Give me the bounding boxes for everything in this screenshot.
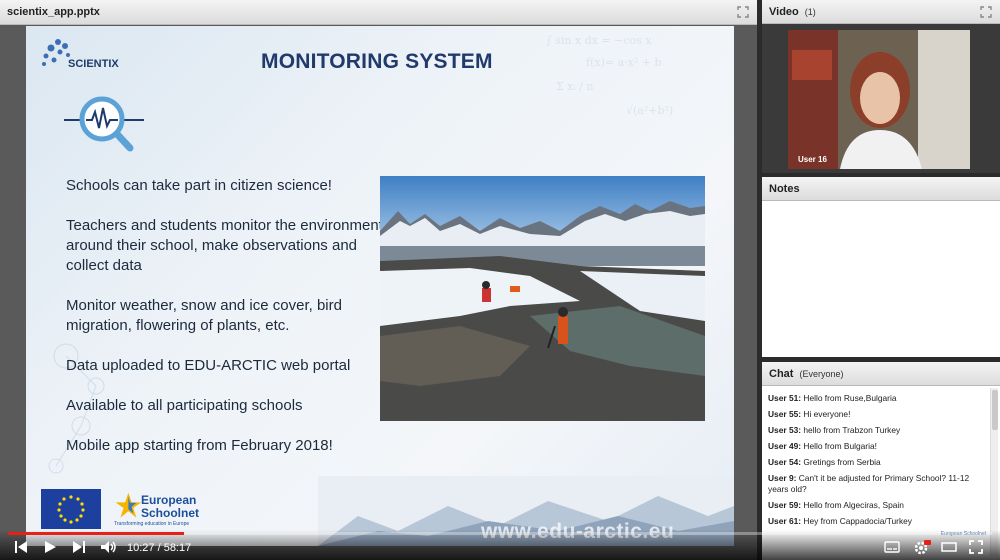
presentation-pod: scientix_app.pptx ∫ sin x dx = −cos x f(…: [0, 0, 757, 560]
chat-user: User 61:: [768, 516, 802, 526]
chat-text: Hi everyone!: [803, 409, 851, 419]
arctic-field-photo: [380, 176, 705, 421]
bullet-item: Teachers and students monitor the enviro…: [66, 217, 383, 274]
chat-user: User 55:: [768, 409, 802, 419]
settings-icon[interactable]: [913, 540, 931, 556]
fullscreen-icon[interactable]: [737, 6, 749, 18]
chat-user: User 51:: [768, 393, 802, 403]
chat-message: User 51: Hello from Ruse,Bulgaria: [768, 393, 994, 404]
chat-message: User 49: Hello from Bulgaria!: [768, 441, 994, 452]
notes-pod: Notes: [762, 177, 1000, 357]
svg-text:∫ sin x dx = −cos x: ∫ sin x dx = −cos x: [546, 34, 652, 47]
video-header: Video (1): [762, 0, 1000, 24]
theater-mode-icon[interactable]: [941, 540, 957, 554]
bullet-item: Monitor weather, snow and ice cover, bir…: [66, 297, 342, 334]
previous-icon[interactable]: [14, 540, 28, 554]
chat-message: User 54: Gretings from Serbia: [768, 457, 994, 468]
chat-message: User 9: Can't it be adjusted for Primary…: [768, 473, 994, 495]
chat-user: User 54:: [768, 457, 802, 467]
slide: ∫ sin x dx = −cos x f(x)= a·x² + b Σ xᵢ …: [26, 26, 734, 546]
svg-text:Σ xᵢ / n: Σ xᵢ / n: [556, 80, 593, 93]
speaker-image: [788, 30, 970, 169]
chat-message: User 55: Hi everyone!: [768, 409, 994, 420]
fullscreen-icon[interactable]: [969, 540, 983, 554]
bullet-list: Schools can take part in citizen science…: [66, 176, 386, 476]
scientix-logo-text: SCIENTIX: [68, 58, 119, 70]
svg-text:f(x)= a·x² + b: f(x)= a·x² + b: [586, 56, 662, 69]
notes-body[interactable]: [762, 201, 1000, 357]
player-controls: 10:27 / 58:17: [0, 530, 1000, 560]
chat-message: User 61: Hey from Cappadocia/Turkey: [768, 516, 994, 527]
file-name: scientix_app.pptx: [7, 6, 100, 18]
chat-user: User 59:: [768, 500, 802, 510]
subtitles-icon[interactable]: [884, 540, 900, 554]
chat-text: hello from Trabzon Turkey: [803, 425, 901, 435]
svg-text:√(a²+b²): √(a²+b²): [626, 104, 673, 117]
chat-text: Hello from Algeciras, Spain: [803, 500, 904, 510]
chat-scope[interactable]: (Everyone): [799, 369, 843, 379]
progress-played: [8, 532, 185, 535]
chat-user: User 9:: [768, 473, 797, 483]
magnifier-pulse-icon: [64, 96, 144, 152]
video-pod: Video (1) User 16: [762, 0, 1000, 173]
chat-scroll-thumb[interactable]: [992, 390, 998, 430]
notes-header: Notes: [762, 177, 1000, 201]
volume-icon[interactable]: [100, 540, 118, 554]
fullscreen-icon[interactable]: [980, 6, 992, 18]
chat-header: Chat (Everyone): [762, 362, 1000, 386]
chat-text: Gretings from Serbia: [803, 457, 881, 467]
scientix-logo: [42, 39, 70, 66]
chat-message: User 53: hello from Trabzon Turkey: [768, 425, 994, 436]
bullet-item: Mobile app starting from February 2018!: [66, 437, 333, 454]
slide-title: MONITORING SYSTEM: [261, 50, 493, 73]
chat-text: Hello from Bulgaria!: [803, 441, 877, 451]
chat-message: User 59: Hello from Algeciras, Spain: [768, 500, 994, 511]
partner-name: European Schoolnet: [141, 493, 200, 520]
notes-title: Notes: [769, 182, 800, 195]
chat-title: Chat: [769, 367, 794, 380]
bullet-item: Available to all participating schools: [66, 397, 303, 414]
chat-user: User 53:: [768, 425, 802, 435]
time-display: 10:27 / 58:17: [127, 542, 192, 554]
bullet-item: Schools can take part in citizen science…: [66, 177, 332, 194]
progress-bar[interactable]: [8, 532, 992, 535]
speaker-label: User 16: [798, 155, 827, 164]
video-count: (1): [804, 6, 816, 17]
partner-tagline: Transforming education in Europe: [114, 521, 190, 527]
chat-text: Can't it be adjusted for Primary School?…: [768, 473, 970, 494]
chat-user: User 49:: [768, 441, 802, 451]
webcam-feed[interactable]: [788, 30, 970, 169]
chat-text: Hello from Ruse,Bulgaria: [803, 393, 897, 403]
play-icon[interactable]: [43, 540, 57, 554]
chat-text: Hey from Cappadocia/Turkey: [803, 516, 912, 526]
presentation-header: scientix_app.pptx: [0, 0, 757, 25]
eu-flag-icon: [41, 489, 101, 529]
bullet-item: Data uploaded to EDU-ARCTIC web portal: [66, 357, 351, 374]
video-title: Video: [769, 5, 799, 18]
next-icon[interactable]: [72, 540, 86, 554]
